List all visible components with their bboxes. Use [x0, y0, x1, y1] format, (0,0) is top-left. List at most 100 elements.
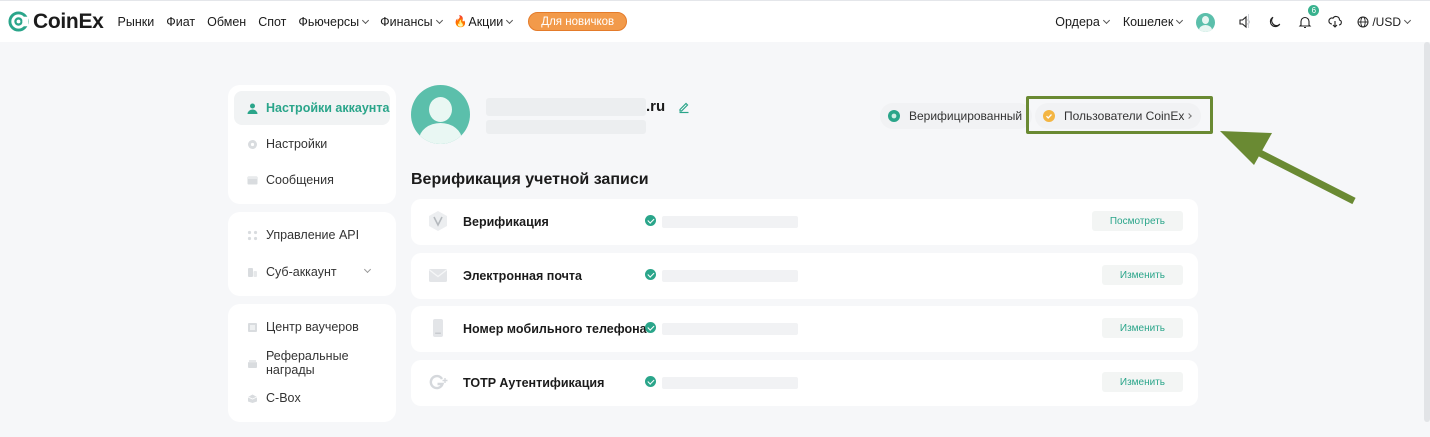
verified-check-icon: [645, 269, 656, 280]
profile-avatar[interactable]: [411, 85, 470, 144]
top-navigation-bar: CoinEx Рынки Фиат Обмен Спот Фьючерсы Фи…: [0, 0, 1430, 42]
api-icon: [247, 230, 258, 240]
chevron-down-icon: [1176, 16, 1184, 25]
settings-icon: [248, 139, 257, 149]
nav-label: Фьючерсы: [298, 14, 360, 29]
section-title: Верификация учетной записи: [411, 171, 649, 188]
chevron-down-icon: [1403, 16, 1412, 25]
sidebar-group-api: Управление API Суб-аккаунт: [228, 212, 396, 296]
totp-row: TOTP Аутентификация Изменить: [411, 360, 1198, 406]
sidebar-item-api-management[interactable]: Управление API: [234, 218, 390, 252]
user-icon: [247, 103, 258, 114]
coinex-logo[interactable]: CoinEx: [8, 10, 104, 34]
orders-label: Ордера: [1055, 15, 1100, 29]
nav-item-finance[interactable]: Финансы: [380, 14, 443, 29]
fire-icon: 🔥: [453, 16, 468, 28]
globe-icon: [1357, 16, 1369, 28]
sidebar-item-label: Центр ваучеров: [266, 320, 359, 334]
sidebar-item-label: Настройки аккаунта: [266, 101, 390, 115]
edit-icon[interactable]: [677, 100, 691, 114]
notification-badge: 6: [1308, 5, 1320, 16]
nav-label: Фиат: [166, 14, 196, 29]
google-auth-icon: [429, 374, 448, 390]
sidebar-item-messages[interactable]: Сообщения: [234, 163, 390, 197]
beginners-button[interactable]: Для новичков: [528, 12, 628, 31]
nav-label: Рынки: [117, 14, 155, 29]
nav-item-spot[interactable]: Спот: [258, 15, 286, 29]
chevron-down-icon: [362, 16, 370, 24]
annotation-arrow-icon: [1220, 131, 1356, 205]
avatar-body: [419, 123, 462, 144]
sidebar-item-label: Реферальные награды: [266, 349, 349, 377]
nav-label: Финансы: [380, 14, 433, 29]
verified-status-pill[interactable]: Верифицированный: [880, 103, 1033, 129]
email-icon: [429, 269, 447, 282]
verified-label: Верифицированный: [909, 109, 1023, 123]
row-label: Верификация: [463, 215, 549, 229]
currency-selector[interactable]: /USD: [1357, 15, 1412, 29]
value-redacted: [662, 323, 798, 335]
uid-redacted: [486, 120, 646, 134]
nav-label: Спот: [258, 14, 287, 29]
chevron-down-icon: [506, 16, 514, 24]
sidebar-item-label: Настройки: [266, 137, 328, 151]
sub-account-icon: [248, 267, 257, 277]
nav-label: Акции: [468, 14, 504, 29]
chevron-down-icon[interactable]: [363, 265, 372, 274]
wallet-menu[interactable]: Кошелек: [1122, 15, 1184, 29]
value-redacted: [662, 377, 798, 389]
bell-icon[interactable]: 6: [1297, 5, 1320, 30]
verified-check-icon: [645, 215, 656, 226]
sound-icon[interactable]: [1237, 14, 1253, 30]
row-label: TOTP Аутентификация: [463, 376, 605, 390]
view-button[interactable]: Посмотреть: [1091, 211, 1183, 231]
value-redacted: [662, 216, 798, 228]
phone-row: Номер мобильного телефона Изменить: [411, 306, 1198, 352]
row-label: Номер мобильного телефона: [463, 322, 647, 336]
sidebar-item-label: C-Box: [266, 391, 301, 405]
chevron-down-icon: [435, 16, 443, 24]
message-icon: [247, 176, 258, 184]
sidebar-item-voucher-center[interactable]: Центр ваучеров: [234, 310, 390, 344]
sidebar-item-label: Управление API: [266, 228, 360, 242]
nav-item-exchange[interactable]: Обмен: [207, 15, 246, 29]
coinex-logo-icon: [8, 11, 29, 32]
verification-v-icon: [429, 211, 447, 231]
email-redacted: [486, 98, 646, 116]
chevron-down-icon: [1102, 16, 1110, 25]
cbox-icon: [247, 394, 258, 403]
change-email-button[interactable]: Изменить: [1101, 265, 1183, 285]
main-nav: Рынки Фиат Обмен Спот Фьючерсы Финансы 🔥…: [118, 12, 628, 31]
nav-item-fiat[interactable]: Фиат: [166, 15, 195, 29]
currency-label: /USD: [1372, 15, 1401, 29]
change-totp-button[interactable]: Изменить: [1101, 372, 1183, 392]
sidebar-item-sub-account[interactable]: Суб-аккаунт: [234, 255, 390, 289]
brand-name: CoinEx: [33, 9, 104, 33]
value-redacted: [662, 270, 798, 282]
sidebar-item-account-settings[interactable]: Настройки аккаунта: [234, 91, 390, 125]
verified-shield-icon: [888, 110, 900, 122]
download-icon[interactable]: [1327, 14, 1343, 30]
phone-icon: [433, 319, 443, 337]
referral-icon: [248, 359, 257, 368]
nav-item-promotions[interactable]: 🔥 Акции: [453, 14, 514, 29]
sidebar-item-cbox[interactable]: C-Box: [234, 381, 390, 415]
verified-check-icon: [645, 376, 656, 387]
email-suffix: .ru: [646, 98, 666, 115]
email-row: Электронная почта Изменить: [411, 253, 1198, 299]
sidebar-item-label: Суб-аккаунт: [266, 265, 337, 279]
orders-menu[interactable]: Ордера: [1055, 15, 1110, 29]
moon-icon[interactable]: [1267, 14, 1283, 30]
sidebar-group-rewards: Центр ваучеров Реферальные награды C-Box: [228, 304, 396, 422]
sidebar-item-settings[interactable]: Настройки: [234, 127, 390, 161]
user-avatar[interactable]: [1196, 12, 1216, 32]
sidebar-item-label: Сообщения: [266, 173, 334, 187]
nav-item-futures[interactable]: Фьючерсы: [298, 14, 370, 29]
page-scrollbar[interactable]: [1424, 42, 1430, 422]
annotation-highlight-box: [1026, 96, 1213, 134]
sidebar-item-referral-rewards[interactable]: Реферальные награды: [234, 346, 390, 380]
change-phone-button[interactable]: Изменить: [1101, 318, 1183, 338]
wallet-label: Кошелек: [1122, 15, 1174, 29]
nav-item-markets[interactable]: Рынки: [118, 15, 155, 29]
verification-row: Верификация Посмотреть: [411, 199, 1198, 245]
